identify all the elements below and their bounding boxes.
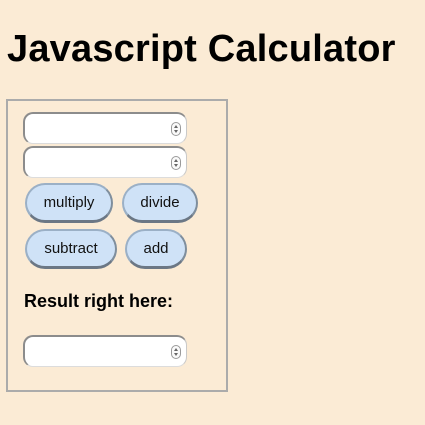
add-button[interactable]: add [125,229,187,269]
stepper-arrows-icon[interactable] [171,156,181,170]
result-output[interactable] [23,335,187,367]
divide-button[interactable]: divide [122,183,198,223]
multiply-button[interactable]: multiply [25,183,113,223]
stepper-arrows-icon[interactable] [171,345,181,359]
second-number-input[interactable] [23,146,187,178]
page-title: Javascript Calculator [7,28,396,70]
calculator-panel: multiply divide subtract add Result righ… [6,99,228,392]
result-label: Result right here: [24,291,174,311]
subtract-button[interactable]: subtract [25,229,117,269]
stepper-arrows-icon[interactable] [171,122,181,136]
first-number-input[interactable] [23,112,187,144]
